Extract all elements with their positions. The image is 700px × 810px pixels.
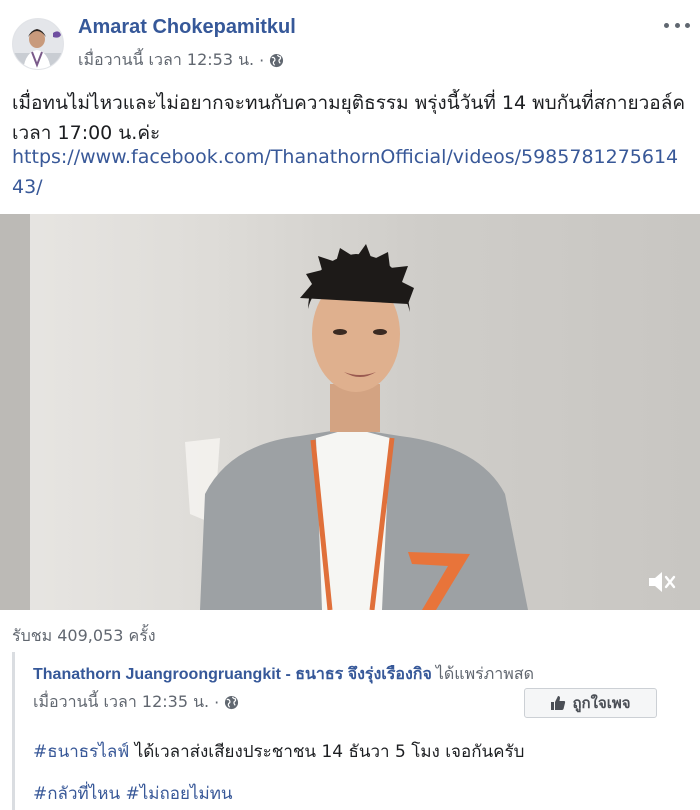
hashtag-link[interactable]: #ไม่ถอยไม่ทน (126, 784, 233, 804)
hashtag-link[interactable]: #กลัวที่ไหน (33, 784, 120, 804)
author-avatar[interactable] (12, 18, 64, 70)
post-link[interactable]: https://www.facebook.com/ThanathornOffic… (12, 142, 688, 202)
dot (674, 22, 680, 28)
thumbs-up-icon (551, 696, 566, 710)
more-options-icon[interactable] (664, 16, 690, 34)
shared-post: Thanathorn Juangroongruangkit - ธนาธร จึ… (12, 652, 700, 810)
shared-timestamp[interactable]: เมื่อวานนี้ เวลา 12:35 น. (33, 690, 209, 715)
meta-separator: · (259, 51, 265, 70)
globe-icon[interactable] (224, 695, 239, 710)
like-page-label: ถูกใจเพจ (572, 694, 631, 712)
dot (685, 22, 690, 28)
post-meta: เมื่อวานนี้ เวลา 12:53 น. · (78, 48, 284, 73)
globe-icon[interactable] (269, 53, 284, 68)
post-header: Amarat Chokepamitkul เมื่อวานนี้ เวลา 12… (0, 0, 700, 80)
shared-action-text: ได้แพร่ภาพสด (435, 664, 534, 683)
post-timestamp[interactable]: เมื่อวานนี้ เวลา 12:53 น. (78, 48, 254, 73)
shared-text-line-2: #กลัวที่ไหน #ไม่ถอยไม่ทน (33, 780, 233, 807)
like-page-button[interactable]: ถูกใจเพจ (524, 688, 657, 718)
dot (664, 22, 669, 28)
post-text: เมื่อทนไม่ไหวและไม่อยากจะทนกับความยุติธร… (12, 92, 686, 144)
hashtag-link[interactable]: #ธนาธรไลฟ์ (33, 742, 129, 762)
speaker-muted-icon[interactable] (646, 568, 678, 596)
video-player[interactable] (0, 214, 700, 610)
shared-author-line: Thanathorn Juangroongruangkit - ธนาธร จึ… (33, 662, 534, 687)
shared-author-name[interactable]: Thanathorn Juangroongruangkit - ธนาธร จึ… (33, 666, 432, 683)
video-frame-person (185, 244, 528, 610)
meta-separator: · (214, 693, 220, 712)
shared-text: ได้เวลาส่งเสียงประชาชน 14 ธันวา 5 โมง เจ… (134, 742, 525, 762)
shared-meta: เมื่อวานนี้ เวลา 12:35 น. · (33, 690, 239, 715)
post-author-name[interactable]: Amarat Chokepamitkul (78, 16, 296, 39)
view-count: รับชม 409,053 ครั้ง (12, 626, 156, 645)
shared-text-line-1: #ธนาธรไลฟ์ ได้เวลาส่งเสียงประชาชน 14 ธัน… (33, 738, 524, 765)
